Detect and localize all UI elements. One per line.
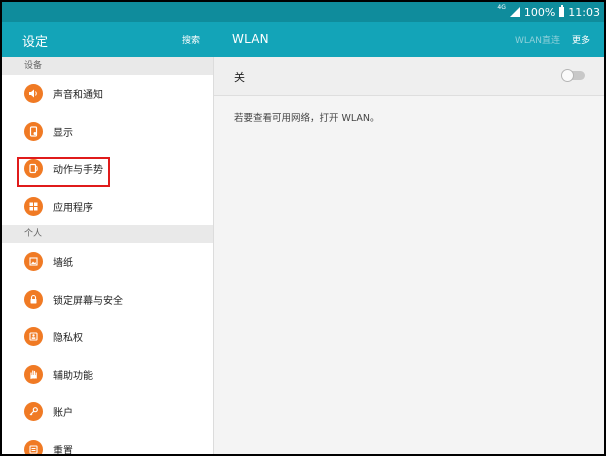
settings-sidebar: 设备 声音和通知 显示 动作与手势 应用程序 个人 墙纸 锁定屏幕与安全 隐私权… <box>2 57 214 454</box>
settings-header: 设定 搜索 <box>2 22 214 57</box>
more-button[interactable]: 更多 <box>572 33 590 46</box>
search-button[interactable]: 搜索 <box>182 33 200 46</box>
hand-icon <box>24 364 43 384</box>
key-icon <box>24 402 43 422</box>
sidebar-item-wallpaper[interactable]: 墙纸 <box>2 243 213 281</box>
sidebar-item-label: 声音和通知 <box>53 90 103 102</box>
wlan-direct-button[interactable]: WLAN直连 <box>515 33 560 46</box>
wallpaper-icon <box>24 252 43 272</box>
privacy-icon <box>24 327 43 347</box>
wlan-switch[interactable] <box>561 69 585 82</box>
sidebar-item-label: 重置 <box>53 445 73 456</box>
sidebar-item-applications[interactable]: 应用程序 <box>2 188 213 226</box>
switch-knob <box>561 69 574 82</box>
highlight-box <box>17 157 110 187</box>
lock-icon <box>24 289 43 309</box>
wlan-panel: 关 若要查看可用网络，打开 WLAN。 <box>214 57 604 454</box>
network-type: 4G <box>497 4 506 11</box>
page-title: WLAN <box>232 32 269 46</box>
apps-grid-icon <box>24 196 43 216</box>
settings-title: 设定 <box>22 35 49 50</box>
section-header-device: 设备 <box>2 57 213 75</box>
battery-percent: 100% <box>523 5 556 19</box>
status-bar: 4G 100% 11:03 <box>2 2 604 22</box>
sidebar-item-label: 账户 <box>53 408 73 420</box>
sidebar-item-label: 墙纸 <box>53 258 73 270</box>
reset-icon <box>24 439 43 454</box>
wlan-off-hint: 若要查看可用网络，打开 WLAN。 <box>234 113 380 124</box>
sidebar-item-reset[interactable]: 重置 <box>2 431 213 456</box>
wlan-toggle-row[interactable]: 关 <box>214 57 604 96</box>
sidebar-item-display[interactable]: 显示 <box>2 113 213 151</box>
clock: 11:03 <box>568 5 600 19</box>
section-header-personal: 个人 <box>2 225 213 243</box>
speaker-icon <box>24 84 43 104</box>
sidebar-item-label: 应用程序 <box>53 202 93 214</box>
sidebar-item-sound-notifications[interactable]: 声音和通知 <box>2 75 213 113</box>
sidebar-item-label: 隐私权 <box>53 333 83 345</box>
sidebar-item-label: 辅助功能 <box>53 370 93 382</box>
sidebar-item-accessibility[interactable]: 辅助功能 <box>2 356 213 394</box>
battery-icon <box>559 5 565 17</box>
sidebar-item-privacy[interactable]: 隐私权 <box>2 318 213 356</box>
wlan-header: WLAN WLAN直连 更多 <box>214 22 604 57</box>
signal-icon <box>509 7 520 17</box>
sidebar-item-accounts[interactable]: 账户 <box>2 393 213 431</box>
sidebar-item-label: 显示 <box>53 127 73 139</box>
status-indicators: 4G 100% 11:03 <box>497 5 600 19</box>
display-icon <box>24 121 43 141</box>
sidebar-item-label: 锁定屏幕与安全 <box>53 295 123 307</box>
wlan-toggle-label: 关 <box>234 71 245 84</box>
sidebar-item-lock-screen-security[interactable]: 锁定屏幕与安全 <box>2 281 213 319</box>
screen-frame: 4G 100% 11:03 设定 搜索 WLAN WLAN直连 更多 设备 声音… <box>0 0 606 456</box>
